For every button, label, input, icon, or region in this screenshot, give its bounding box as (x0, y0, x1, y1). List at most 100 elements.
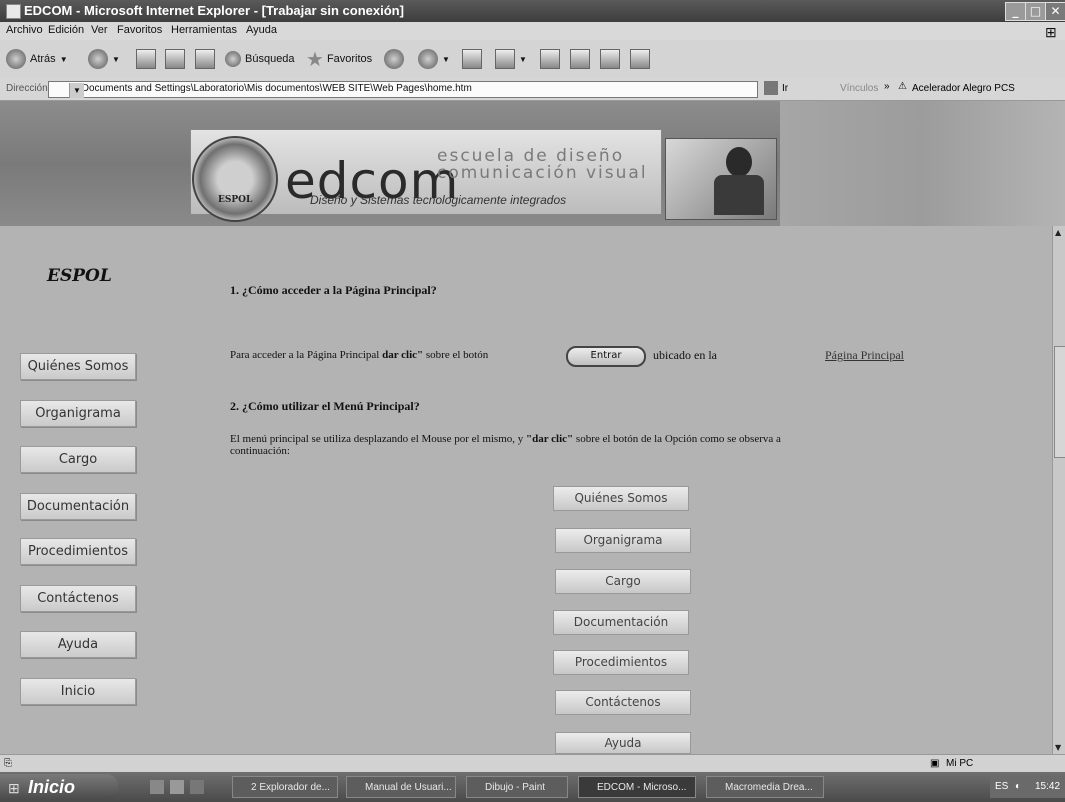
windows-flag-icon: ⊞ (8, 780, 20, 796)
task-edcom-ie[interactable]: EDCOM - Microso... (578, 776, 696, 798)
address-dropdown-button[interactable]: ▼ (69, 83, 84, 98)
address-url: C:\Documents and Settings\Laboratorio\Mi… (69, 83, 472, 94)
browser-window: EDCOM - Microsoft Internet Explorer - [T… (0, 0, 1065, 802)
scroll-up-icon[interactable]: ▲ (1055, 228, 1061, 237)
mail-button[interactable]: ▼ (418, 46, 450, 72)
photo-person-head (726, 147, 752, 177)
sidebar-item-cargo[interactable]: Cargo (20, 446, 136, 473)
home-icon (195, 49, 215, 69)
question-2-heading: 2. ¿Cómo utilizar el Menú Principal? (230, 399, 420, 413)
entrar-button[interactable]: Entrar (566, 346, 646, 367)
toolbar: Atrás ▼ ▼ Búsqueda ★ Favoritos ▼ ▼ (0, 40, 1065, 79)
task-paint[interactable]: Dibujo - Paint (466, 776, 568, 798)
menu-favoritos[interactable]: Favoritos (117, 24, 162, 36)
links-label[interactable]: Vínculos (840, 83, 878, 94)
windows-logo-icon: ⊞ (1045, 24, 1057, 40)
address-input[interactable]: C:\Documents and Settings\Laboratorio\Mi… (48, 81, 758, 98)
refresh-button[interactable] (165, 46, 185, 72)
clock[interactable]: 15:42 (1035, 776, 1060, 798)
example-button-ayuda[interactable]: Ayuda (555, 732, 691, 754)
chevron-down-icon: ▼ (519, 54, 527, 64)
sidebar-item-ayuda[interactable]: Ayuda (20, 631, 136, 658)
stop-button[interactable] (136, 46, 156, 72)
accelerator-link[interactable]: Acelerador Alegro PCS (912, 83, 1015, 94)
home-button[interactable] (195, 46, 215, 72)
example-button-documentacion[interactable]: Documentación (553, 610, 689, 635)
close-button[interactable]: ✕ (1045, 2, 1065, 21)
scroll-down-icon[interactable]: ▼ (1055, 743, 1061, 752)
sidebar-item-procedimientos[interactable]: Procedimientos (20, 538, 136, 565)
menu-ayuda[interactable]: Ayuda (246, 24, 277, 36)
menu-herramientas[interactable]: Herramientas (171, 24, 237, 36)
q1-text-mid: sobre el botón (425, 349, 489, 361)
sidebar-item-quienes-somos[interactable]: Quiénes Somos (20, 353, 136, 380)
task-manual[interactable]: Manual de Usuari... (346, 776, 456, 798)
sidebar-item-inicio[interactable]: Inicio (20, 678, 136, 705)
menu-edicion[interactable]: Edición (48, 24, 84, 36)
menu-bar: Archivo Edición Ver Favoritos Herramient… (0, 22, 1065, 40)
discuss-icon (540, 49, 560, 69)
media-button[interactable] (630, 46, 650, 72)
search-icon (225, 51, 241, 67)
quicklaunch-desktop-icon[interactable] (150, 780, 164, 794)
banner-tagline: Diseño y Sistemas tecnologicamente integ… (310, 193, 567, 207)
go-icon (764, 81, 778, 95)
sidebar-item-documentacion[interactable]: Documentación (20, 493, 136, 520)
task-dreamweaver[interactable]: Macromedia Drea... (706, 776, 824, 798)
pagina-principal-link[interactable]: Página Principal (825, 348, 904, 363)
quicklaunch-ie-icon[interactable] (170, 780, 184, 794)
computer-icon: ▣ (930, 758, 940, 769)
print-button[interactable] (462, 46, 482, 72)
q1-text-tail: ubicado en la (653, 348, 717, 362)
espol-seal-logo (192, 136, 278, 222)
favorites-button[interactable]: ★ Favoritos (306, 46, 372, 72)
stop-icon (136, 49, 156, 69)
status-page-icon: ⎘ (4, 758, 12, 769)
status-bar: ⎘ ▣ Mi PC (0, 754, 1065, 773)
chevron-down-icon: ▼ (112, 54, 120, 64)
favorites-label: Favoritos (326, 53, 373, 65)
banner-photo (665, 138, 777, 220)
menu-ver[interactable]: Ver (91, 24, 108, 36)
links-chevron-icon: » (884, 81, 890, 92)
discuss-button[interactable] (540, 46, 560, 72)
title-bar: EDCOM - Microsoft Internet Explorer - [T… (0, 0, 1065, 22)
quicklaunch-media-icon[interactable] (190, 780, 204, 794)
question-1-heading: 1. ¿Cómo acceder a la Página Principal? (230, 283, 437, 297)
address-label: Dirección (6, 83, 48, 94)
q2-text-start: El menú principal se utiliza desplazando… (230, 433, 524, 445)
minimize-button[interactable]: _ (1005, 2, 1026, 21)
vertical-scrollbar[interactable]: ▲ ▼ (1052, 226, 1065, 754)
sidebar-item-organigrama[interactable]: Organigrama (20, 400, 136, 427)
example-button-organigrama[interactable]: Organigrama (555, 528, 691, 553)
language-indicator[interactable]: ES (995, 776, 1008, 798)
status-zone: Mi PC (946, 758, 974, 769)
history-button[interactable] (384, 46, 408, 72)
edit-button[interactable]: ▼ (495, 46, 527, 72)
messenger-button[interactable] (600, 46, 620, 72)
go-button[interactable]: Ir (782, 83, 788, 94)
sidebar-item-contactenos[interactable]: Contáctenos (20, 585, 136, 612)
example-button-cargo[interactable]: Cargo (555, 569, 691, 594)
q1-text-bold: dar clic" (382, 349, 424, 361)
example-button-quienes-somos[interactable]: Quiénes Somos (553, 486, 689, 511)
search-button[interactable]: Búsqueda (225, 46, 295, 72)
back-button[interactable]: Atrás ▼ (6, 46, 68, 72)
star-icon: ★ (306, 48, 324, 71)
task-explorer[interactable]: 2 Explorador de... (232, 776, 338, 798)
back-label: Atrás (30, 53, 56, 65)
messenger-icon (600, 49, 620, 69)
menu-archivo[interactable]: Archivo (6, 24, 43, 36)
example-button-procedimientos[interactable]: Procedimientos (553, 650, 689, 675)
forward-button[interactable]: ▼ (88, 46, 120, 72)
back-arrow-icon (6, 49, 26, 69)
example-button-contactenos[interactable]: Contáctenos (555, 690, 691, 715)
scroll-thumb[interactable] (1054, 346, 1065, 458)
tray-volume-icon[interactable]: ◐ (1015, 776, 1021, 798)
ie-icon (6, 4, 21, 19)
maximize-button[interactable]: □ (1025, 2, 1046, 21)
research-button[interactable] (570, 46, 590, 72)
refresh-icon (165, 49, 185, 69)
research-icon (570, 49, 590, 69)
q2-text-line2: continuación: (230, 445, 290, 457)
